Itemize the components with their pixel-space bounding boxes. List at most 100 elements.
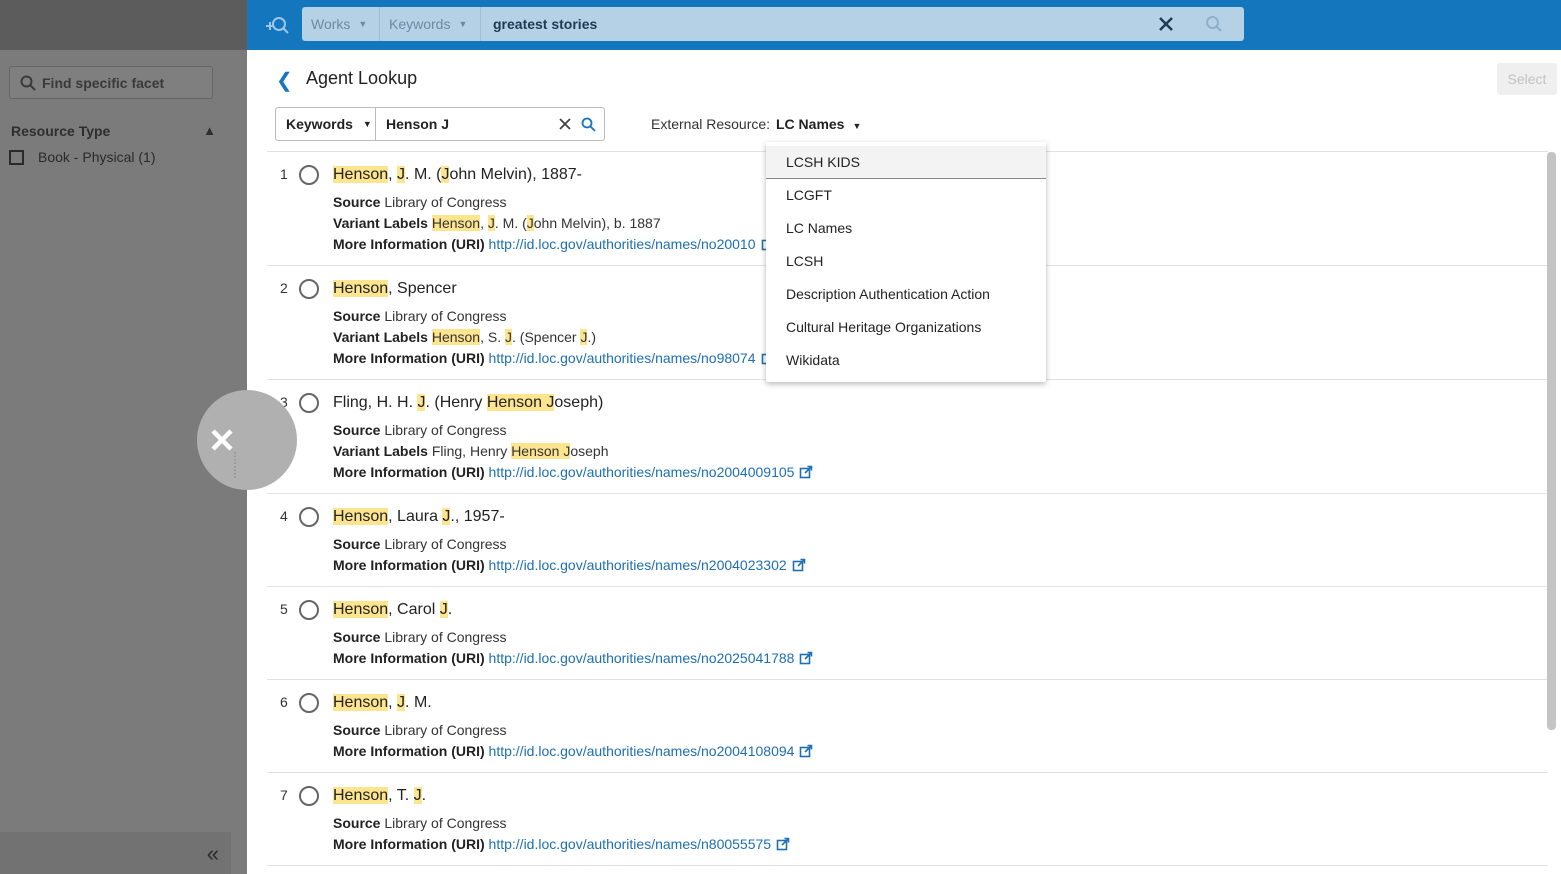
resource-type-heading: Resource Type	[11, 123, 111, 139]
chevron-up-icon[interactable]: ▲	[203, 123, 216, 138]
source-value: Library of Congress	[384, 308, 507, 324]
result-number: 6	[280, 694, 288, 710]
close-icon[interactable]	[197, 390, 297, 490]
menu-option[interactable]: LCSH	[766, 245, 1046, 278]
source-value: Library of Congress	[384, 194, 507, 210]
caret-down-icon: ▼	[358, 19, 368, 29]
search-icon[interactable]	[581, 117, 596, 132]
result-title[interactable]: Henson, Spencer	[333, 280, 457, 298]
external-resource-dropdown[interactable]: LC Names ▼	[776, 116, 861, 132]
external-link-icon[interactable]	[799, 651, 813, 665]
result-number: 7	[280, 787, 288, 803]
menu-option[interactable]: Description Authentication Action	[766, 278, 1046, 311]
external-resource-label: External Resource:	[651, 116, 771, 132]
result-row[interactable]: 4 Henson, Laura J., 1957- Source Library o…	[267, 494, 1548, 587]
variant-value: Fling, Henry Henson Joseph	[431, 443, 609, 459]
uri-link[interactable]: http://id.loc.gov/authorities/names/no20…	[489, 236, 756, 252]
result-radio[interactable]	[299, 165, 319, 185]
source-value: Library of Congress	[384, 536, 507, 552]
result-number: 2	[280, 280, 288, 296]
result-radio[interactable]	[299, 693, 319, 713]
panel-title: Agent Lookup	[306, 68, 418, 88]
result-row[interactable]: 5 Henson, Carol J. Source Library of Congr…	[267, 587, 1548, 680]
external-resource-menu: LCSH KIDS LCGFT LC Names LCSH Description Au…	[766, 142, 1046, 382]
result-more-info: More Information (URI) http://id.loc.gov…	[333, 650, 813, 666]
result-radio[interactable]	[299, 507, 319, 527]
double-chevron-left-icon[interactable]: «	[207, 841, 219, 867]
source-value: Library of Congress	[384, 815, 507, 831]
uri-link[interactable]: http://id.loc.gov/authorities/names/no98…	[489, 350, 756, 366]
external-link-icon[interactable]	[799, 744, 813, 758]
uri-link[interactable]: http://id.loc.gov/authorities/names/no20…	[489, 464, 795, 480]
uri-link[interactable]: http://id.loc.gov/authorities/names/no20…	[489, 743, 795, 759]
uri-link[interactable]: http://id.loc.gov/authorities/names/n800…	[489, 836, 772, 852]
app-header: Works ▼ Keywords ▼ greatest stories	[247, 0, 1561, 50]
result-title[interactable]: Henson, Carol J.	[333, 601, 452, 619]
result-number: 5	[280, 601, 288, 617]
menu-option[interactable]: LCGFT	[766, 179, 1046, 212]
clear-search-icon[interactable]	[1156, 14, 1176, 34]
more-info-label: More Information (URI)	[333, 836, 485, 852]
menu-option[interactable]: Cultural Heritage Organizations	[766, 311, 1046, 344]
facet-search-input[interactable]: Find specific facet	[9, 66, 213, 99]
result-row[interactable]: 3 Fling, H. H. J. (Henry Henson Joseph) So…	[267, 380, 1548, 494]
result-radio[interactable]	[299, 600, 319, 620]
search-field-label: Keywords	[389, 16, 451, 32]
back-chevron-icon[interactable]: ❮	[276, 68, 293, 93]
menu-option[interactable]: LCSH KIDS	[766, 146, 1046, 179]
more-info-label: More Information (URI)	[333, 557, 485, 573]
result-source: Source Library of Congress	[333, 536, 507, 552]
menu-option[interactable]: LC Names	[766, 212, 1046, 245]
result-source: Source Library of Congress	[333, 629, 507, 645]
more-info-label: More Information (URI)	[333, 350, 485, 366]
caret-down-icon: ▼	[852, 121, 862, 131]
variant-value: Henson, J. M. (John Melvin), b. 1887	[431, 215, 661, 231]
source-label: Source	[333, 422, 381, 438]
facet-checkbox[interactable]	[9, 149, 24, 165]
result-row[interactable]: 7 Henson, T. J. Source Library of Congress…	[267, 773, 1548, 866]
result-radio[interactable]	[299, 393, 319, 413]
source-label: Source	[333, 722, 381, 738]
result-number: 4	[280, 508, 288, 524]
result-title[interactable]: Henson, J. M.	[333, 694, 432, 712]
caret-down-icon: ▼	[362, 119, 372, 129]
external-link-icon[interactable]	[792, 558, 806, 572]
resource-type-facet-header[interactable]: Resource Type ▲	[11, 123, 216, 139]
variant-label: Variant Labels	[333, 329, 428, 345]
main-search-input[interactable]: greatest stories	[493, 7, 597, 41]
result-row[interactable]: 6 Henson, J. M. Source Library of Congress…	[267, 680, 1548, 773]
uri-link[interactable]: http://id.loc.gov/authorities/names/n200…	[489, 557, 787, 573]
collapse-sidebar-bar[interactable]: «	[0, 832, 231, 874]
facet-item-book-physical[interactable]: Book - Physical (1)	[9, 149, 155, 165]
close-panel-button[interactable]	[197, 390, 297, 490]
results-scrollbar[interactable]	[1547, 152, 1556, 730]
search-icon	[20, 75, 36, 91]
result-radio[interactable]	[299, 786, 319, 806]
clear-lookup-icon[interactable]	[558, 117, 572, 131]
caret-down-icon: ▼	[458, 19, 468, 29]
search-field-dropdown[interactable]: Keywords ▼	[380, 7, 481, 41]
source-value: Library of Congress	[384, 422, 507, 438]
uri-link[interactable]: http://id.loc.gov/authorities/names/no20…	[489, 650, 795, 666]
variant-label: Variant Labels	[333, 215, 428, 231]
result-source: Source Library of Congress	[333, 308, 507, 324]
result-title[interactable]: Henson, Laura J., 1957-	[333, 508, 505, 526]
result-more-info: More Information (URI) http://id.loc.gov…	[333, 743, 813, 759]
select-button[interactable]: Select	[1497, 63, 1557, 95]
result-title[interactable]: Henson, J. M. (John Melvin), 1887-	[333, 166, 582, 184]
search-icon[interactable]	[1205, 15, 1223, 33]
result-title[interactable]: Fling, H. H. J. (Henry Henson Joseph)	[333, 394, 603, 412]
result-title[interactable]: Henson, T. J.	[333, 787, 426, 805]
search-type-dropdown[interactable]: Works ▼	[302, 7, 380, 41]
facet-search-placeholder: Find specific facet	[42, 74, 165, 91]
result-radio[interactable]	[299, 279, 319, 299]
external-link-icon[interactable]	[776, 837, 790, 851]
source-label: Source	[333, 629, 381, 645]
result-number: 1	[280, 166, 288, 182]
source-label: Source	[333, 536, 381, 552]
app-logo-icon[interactable]	[265, 14, 289, 36]
menu-option[interactable]: Wikidata	[766, 344, 1046, 377]
external-link-icon[interactable]	[799, 465, 813, 479]
facet-item-label: Book - Physical (1)	[38, 149, 156, 165]
lookup-field-dropdown[interactable]: Keywords ▼	[275, 107, 376, 141]
